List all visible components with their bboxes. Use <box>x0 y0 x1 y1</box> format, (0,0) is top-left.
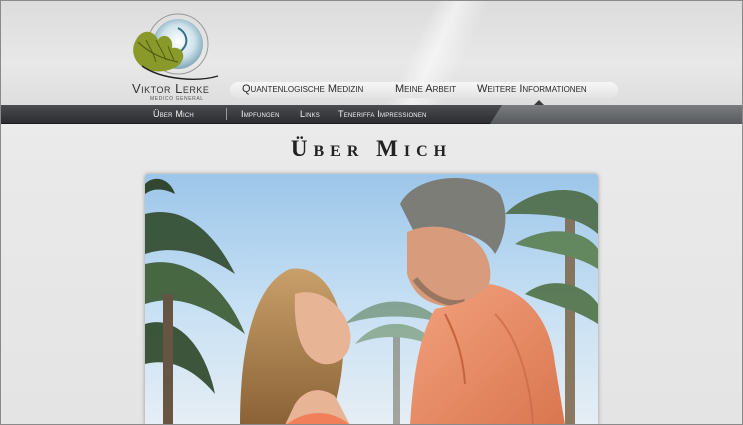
logo-name: Viktor Lerke <box>132 81 210 96</box>
subnav-ueber-mich[interactable]: Über Mich <box>153 109 194 119</box>
site-logo[interactable]: Viktor Lerke MEDICO GENERAL <box>128 10 224 102</box>
main-navigation: Quantenlogische Medizin Meine Arbeit Wei… <box>230 82 618 98</box>
nav-meine-arbeit[interactable]: Meine Arbeit <box>395 83 456 95</box>
nav-weitere-informationen[interactable]: Weitere Informationen <box>477 83 587 95</box>
couple-photo-icon <box>145 174 598 425</box>
leaf-circle-logo-icon <box>133 13 219 80</box>
couple-photo <box>145 174 598 425</box>
page-title: Über Mich <box>290 136 453 161</box>
logo-subtitle: MEDICO GENERAL <box>150 96 204 102</box>
subnav-impfungen[interactable]: Impfungen <box>241 109 280 119</box>
sub-navigation: Über Mich Impfungen Links Teneriffa Impr… <box>0 105 743 124</box>
site-header: Viktor Lerke MEDICO GENERAL Quantenlogis… <box>0 0 743 106</box>
subnav-teneriffa-impressionen[interactable]: Teneriffa Impressionen <box>338 109 427 119</box>
subnav-links[interactable]: Links <box>300 109 320 119</box>
subnav-separator <box>226 108 227 120</box>
sub-nav-highlight <box>490 105 743 124</box>
nav-quantenlogische-medizin[interactable]: Quantenlogische Medizin <box>242 83 363 95</box>
